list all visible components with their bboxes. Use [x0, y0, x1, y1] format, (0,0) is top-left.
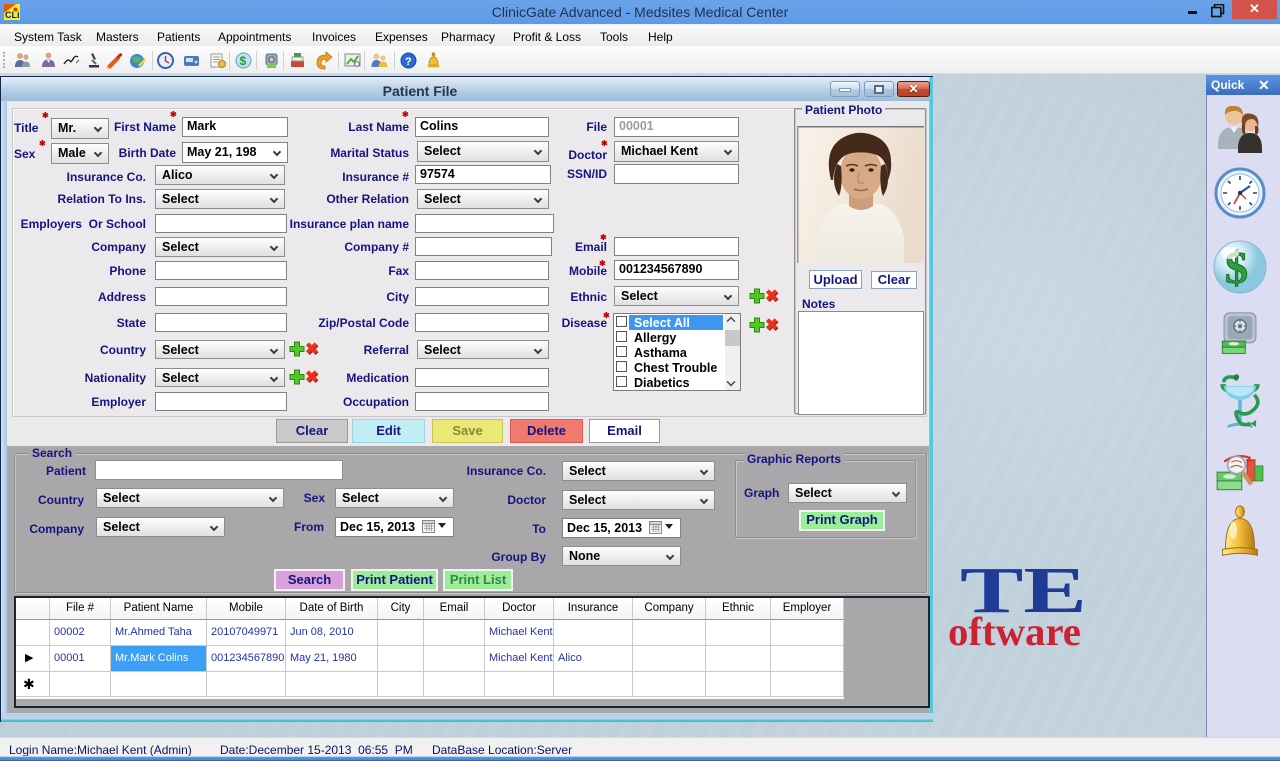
svg-text:?: ? — [405, 56, 412, 68]
svg-text:CLi: CLi — [5, 10, 20, 20]
svg-text:$: $ — [240, 54, 247, 68]
